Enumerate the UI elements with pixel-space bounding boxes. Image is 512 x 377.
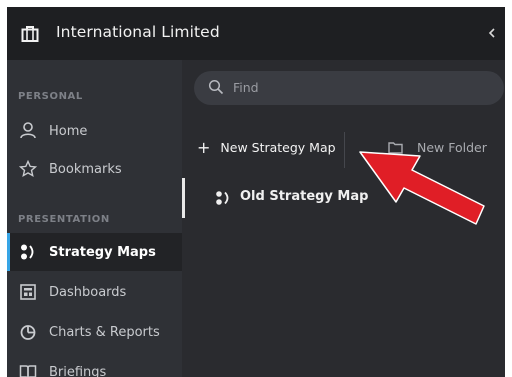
search-icon xyxy=(208,79,224,95)
sidebar-item-strategy-maps[interactable]: Strategy Maps xyxy=(7,233,182,271)
app-window: International Limited PERSONAL Home Book… xyxy=(7,7,505,377)
sidebar-item-label: Dashboards xyxy=(49,284,127,300)
sidebar-item-home[interactable]: Home xyxy=(7,112,182,150)
sidebar-item-label: Charts & Reports xyxy=(49,324,160,340)
toolbar-divider xyxy=(344,132,345,168)
sidebar-item-bookmarks[interactable]: Bookmarks xyxy=(7,150,182,188)
chevron-left-icon[interactable] xyxy=(487,25,497,41)
pie-chart-icon xyxy=(20,325,36,340)
list-item-label: Old Strategy Map xyxy=(240,189,369,204)
organization-name[interactable]: International Limited xyxy=(56,23,220,41)
section-label-personal: PERSONAL xyxy=(18,91,83,102)
active-indicator xyxy=(7,233,10,271)
dashboard-icon xyxy=(20,284,36,300)
red-arrow-annotation xyxy=(359,151,485,225)
person-icon xyxy=(20,122,36,139)
sidebar-item-label: Briefings xyxy=(49,364,107,377)
sidebar-item-dashboards[interactable]: Dashboards xyxy=(7,273,182,311)
briefcase-icon xyxy=(21,26,39,42)
strategy-map-icon xyxy=(21,244,34,260)
sidebar-item-charts-reports[interactable]: Charts & Reports xyxy=(7,313,182,351)
sidebar-item-briefings[interactable]: Briefings xyxy=(7,353,182,377)
top-bar: International Limited xyxy=(7,7,505,60)
star-icon xyxy=(19,160,37,178)
selected-indicator xyxy=(182,178,185,218)
new-strategy-map-label: New Strategy Map xyxy=(220,140,336,155)
sidebar-item-label: Strategy Maps xyxy=(49,244,156,260)
new-strategy-map-button[interactable]: + New Strategy Map xyxy=(197,137,336,157)
strategy-map-icon xyxy=(216,191,229,205)
section-label-presentation: PRESENTATION xyxy=(18,214,110,225)
sidebar: PERSONAL Home Bookmarks PRESENTATION Str… xyxy=(7,60,182,377)
search-placeholder: Find xyxy=(233,80,259,95)
sidebar-item-label: Home xyxy=(49,123,88,139)
plus-icon: + xyxy=(197,137,211,157)
sidebar-item-label: Bookmarks xyxy=(49,161,122,177)
search-input[interactable]: Find xyxy=(194,71,504,105)
book-icon xyxy=(19,365,37,377)
